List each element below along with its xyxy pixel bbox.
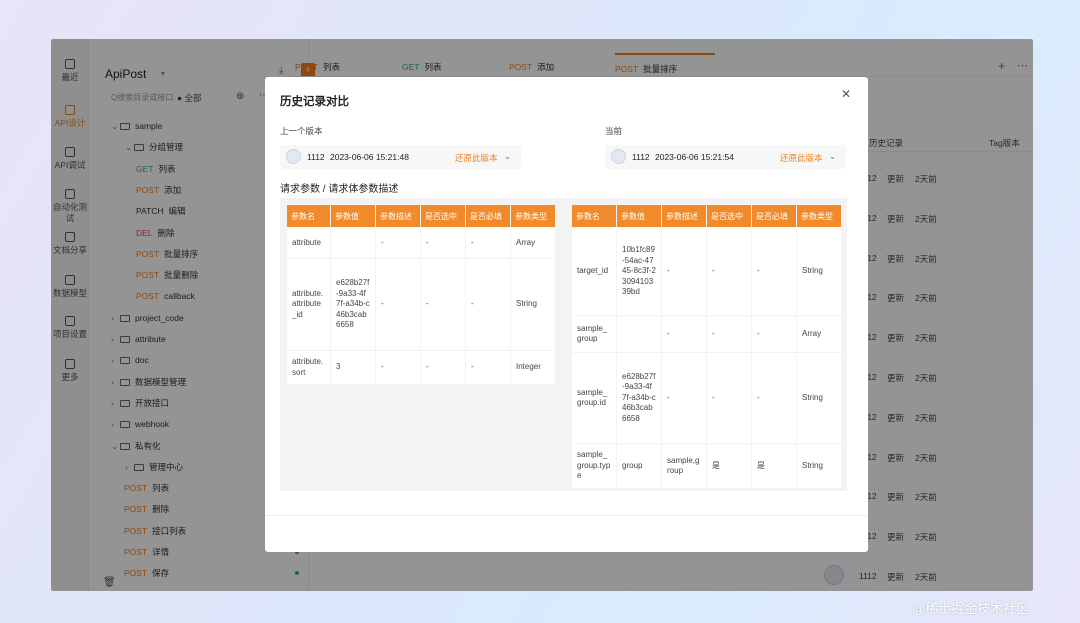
- chevron-down-icon[interactable]: ⌄: [504, 151, 511, 162]
- watermark: @稀土掘金技术社区: [912, 601, 1030, 616]
- table-row: target_id 10b1fc89-54ac-4745-8c3f-2309410…: [572, 228, 841, 315]
- table-cell: -: [466, 351, 510, 384]
- table-cell: String: [797, 444, 841, 488]
- table-cell: attribute.sort: [287, 351, 330, 384]
- avatar: [611, 149, 626, 164]
- table-header-cell: 是否必填: [752, 205, 796, 227]
- table-cell: -: [421, 228, 465, 258]
- current-version-select[interactable]: 1112 2023-06-06 15:21:54 还原此版本 ⌄: [605, 145, 846, 169]
- prev-version-select[interactable]: 1112 2023-06-06 15:21:48 还原此版本 ⌄: [280, 145, 521, 169]
- table-cell: String: [797, 353, 841, 443]
- table-cell: String: [797, 228, 841, 315]
- table-cell: -: [707, 353, 751, 443]
- table-cell: attribute: [287, 228, 330, 258]
- table-cell: -: [376, 228, 420, 258]
- table-cell: [331, 228, 375, 258]
- restore-version-button[interactable]: 还原此版本: [455, 152, 498, 164]
- table-cell: 10b1fc89-54ac-4745-8c3f-2309410339bd: [617, 228, 661, 315]
- table-row: attribute.sort 3- - - Integer: [287, 351, 555, 384]
- table-cell: 是: [752, 444, 796, 488]
- table-cell: -: [707, 228, 751, 315]
- table-cell: Array: [511, 228, 555, 258]
- table-row: sample_group.id e628b27f-9a33-4f7f-a34b-c…: [572, 353, 841, 443]
- table-cell: 3: [331, 351, 375, 384]
- version-time: 2023-06-06 15:21:54: [655, 152, 734, 162]
- table-row: attribute.attribute_id e628b27f-9a33-4f7f…: [287, 259, 555, 350]
- table-header-cell: 是否必填: [466, 205, 510, 227]
- params-table: 参数名 参数值 参数描述 是否选中 是否必填 参数类型 attribute - - - Array a…: [286, 204, 556, 385]
- table-header-cell: 参数名: [572, 205, 616, 227]
- table-cell: -: [662, 316, 706, 352]
- table-cell: -: [466, 259, 510, 350]
- table-cell: group: [617, 444, 661, 488]
- table-cell: -: [752, 228, 796, 315]
- modal-title: 历史记录对比: [280, 96, 349, 108]
- table-cell: [617, 316, 661, 352]
- table-cell: sample_group.id: [572, 353, 616, 443]
- table-cell: -: [752, 316, 796, 352]
- table-header-cell: 参数名: [287, 205, 330, 227]
- table-cell: -: [421, 351, 465, 384]
- table-cell: e628b27f-9a33-4f7f-a34b-c46b3cab6658: [331, 259, 375, 350]
- history-compare-modal: 历史记录对比 ✕ 上一个版本 当前 1112 2023-06-06 15:21:…: [265, 77, 868, 552]
- current-version-label: 当前: [605, 126, 623, 136]
- table-cell: -: [662, 353, 706, 443]
- table-cell: -: [376, 259, 420, 350]
- table-header-cell: 参数描述: [376, 205, 420, 227]
- modal-footer-divider: [265, 515, 868, 516]
- table-cell: -: [421, 259, 465, 350]
- table-header-cell: 参数值: [617, 205, 661, 227]
- version-id: 1112: [632, 152, 650, 162]
- table-row: sample_group - - - Array: [572, 316, 841, 352]
- prev-params-panel: 参数名 参数值 参数描述 是否选中 是否必填 参数类型 attribute - - - Array a…: [280, 198, 565, 491]
- table-row: attribute - - - Array: [287, 228, 555, 258]
- close-icon[interactable]: ✕: [841, 87, 851, 101]
- table-header-cell: 参数值: [331, 205, 375, 227]
- table-cell: target_id: [572, 228, 616, 315]
- table-header-cell: 参数类型: [797, 205, 841, 227]
- table-cell: -: [752, 353, 796, 443]
- table-cell: e628b27f-9a33-4f7f-a34b-c46b3cab6658: [617, 353, 661, 443]
- version-id: 1112: [307, 152, 325, 162]
- avatar: [286, 149, 301, 164]
- table-header-cell: 参数类型: [511, 205, 555, 227]
- version-time: 2023-06-06 15:21:48: [330, 152, 409, 162]
- table-cell: -: [707, 316, 751, 352]
- chevron-down-icon[interactable]: ⌄: [829, 151, 836, 162]
- table-cell: Integer: [511, 351, 555, 384]
- params-table: 参数名 参数值 参数描述 是否选中 是否必填 参数类型 target_id 10b1fc89-…: [571, 204, 842, 489]
- prev-version-label: 上一个版本: [280, 126, 323, 136]
- section-title: 请求参数 / 请求体参数描述: [280, 184, 399, 195]
- table-header-cell: 是否选中: [707, 205, 751, 227]
- table-cell: -: [466, 228, 510, 258]
- table-cell: String: [511, 259, 555, 350]
- table-cell: Array: [797, 316, 841, 352]
- table-row: sample_group.type group sample,group 是是 Stri…: [572, 444, 841, 488]
- table-cell: -: [662, 228, 706, 315]
- restore-version-button[interactable]: 还原此版本: [780, 152, 823, 164]
- table-cell: sample_group.type: [572, 444, 616, 488]
- table-cell: -: [376, 351, 420, 384]
- table-header-cell: 参数描述: [662, 205, 706, 227]
- table-cell: sample_group: [572, 316, 616, 352]
- table-cell: attribute.attribute_id: [287, 259, 330, 350]
- table-header-cell: 是否选中: [421, 205, 465, 227]
- table-cell: sample,group: [662, 444, 706, 488]
- table-cell: 是: [707, 444, 751, 488]
- current-params-panel: 参数名 参数值 参数描述 是否选中 是否必填 参数类型 target_id 10b1fc89-…: [565, 198, 847, 491]
